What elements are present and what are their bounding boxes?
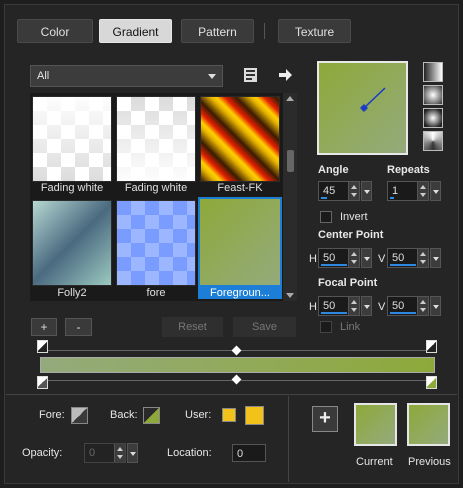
previous-swatch[interactable]: [407, 403, 450, 446]
gallery-label: Folly2: [57, 287, 87, 299]
scroll-down-icon[interactable]: [286, 293, 294, 298]
add-gradient-button[interactable]: +: [31, 318, 57, 336]
focal-v-dropdown[interactable]: [430, 296, 441, 316]
rectangular-style-icon[interactable]: [423, 85, 443, 105]
link-checkbox[interactable]: [320, 321, 332, 333]
gallery-label: fore: [146, 287, 166, 299]
color-stop-right[interactable]: [426, 376, 437, 389]
gradient-preview[interactable]: [317, 61, 408, 155]
gallery-thumb-folly2[interactable]: [32, 200, 112, 286]
repeats-input[interactable]: 1: [387, 181, 429, 201]
gallery-label: Feast-FK: [217, 182, 263, 194]
focal-v-label: V: [378, 301, 386, 313]
remove-gradient-button[interactable]: -: [65, 318, 92, 336]
sunburst-style-icon[interactable]: [423, 108, 443, 128]
gallery-label: Fading white: [124, 182, 188, 194]
user-swatch-large[interactable]: [245, 406, 264, 425]
focal-h-dropdown[interactable]: [361, 296, 372, 316]
category-dropdown[interactable]: All: [30, 65, 223, 87]
transparency-stop-right[interactable]: [426, 340, 437, 353]
divider: [288, 396, 289, 482]
gallery-label: Fading white: [40, 182, 104, 194]
divider: [6, 394, 457, 395]
user-swatch-small[interactable]: [222, 408, 236, 422]
back-label: Back:: [110, 409, 138, 421]
transparency-stop-left[interactable]: [37, 340, 48, 353]
angle-handle-icon[interactable]: [319, 63, 406, 153]
color-stop-left[interactable]: [37, 376, 48, 389]
scroll-up-icon[interactable]: [286, 96, 294, 101]
chevron-down-icon: [208, 74, 216, 79]
angle-spin-arrows[interactable]: [348, 182, 359, 200]
focal-v-input[interactable]: 50: [387, 296, 429, 316]
focal-point-label: Focal Point: [318, 277, 378, 289]
angle-label: Angle: [318, 164, 349, 176]
center-h-dropdown[interactable]: [361, 248, 372, 268]
add-to-swatches-button[interactable]: +: [312, 406, 338, 432]
fore-swatch[interactable]: [71, 407, 88, 424]
angle-input[interactable]: 45: [318, 181, 360, 201]
location-label: Location:: [167, 447, 212, 459]
opacity-input[interactable]: 0: [84, 443, 126, 463]
tab-texture[interactable]: Texture: [278, 19, 351, 43]
gallery-thumb-foreground-selected[interactable]: [198, 197, 282, 287]
focal-h-label: H: [309, 301, 317, 313]
gallery-label-selected: Foregroun...: [198, 287, 282, 299]
opacity-label: Opacity:: [22, 447, 63, 459]
angle-dropdown[interactable]: [361, 181, 372, 201]
gallery-scrollbar[interactable]: [283, 93, 297, 301]
tab-color[interactable]: Color: [17, 19, 93, 43]
back-swatch[interactable]: [143, 407, 160, 424]
repeats-dropdown[interactable]: [430, 181, 441, 201]
current-swatch[interactable]: [354, 403, 397, 446]
repeats-spin-arrows[interactable]: [417, 182, 428, 200]
previous-label: Previous: [408, 456, 451, 468]
gradient-bar[interactable]: [40, 357, 435, 373]
center-v-label: V: [378, 253, 386, 265]
gallery-thumb-fading-white-2[interactable]: [116, 96, 196, 182]
gallery-thumb-fading-white-1[interactable]: [32, 96, 112, 182]
tab-divider: [264, 23, 265, 39]
invert-label: Invert: [340, 211, 368, 223]
opacity-dropdown[interactable]: [127, 443, 138, 463]
tab-pattern[interactable]: Pattern: [181, 19, 254, 43]
fore-label: Fore:: [39, 409, 65, 421]
user-label: User:: [185, 409, 212, 421]
center-h-input[interactable]: 50: [318, 248, 360, 268]
tab-gradient[interactable]: Gradient: [99, 19, 172, 43]
center-point-label: Center Point: [318, 229, 384, 241]
location-input[interactable]: 0: [232, 444, 266, 462]
center-h-label: H: [309, 253, 317, 265]
category-value: All: [37, 70, 50, 82]
save-button[interactable]: Save: [233, 317, 296, 337]
repeats-label: Repeats: [387, 164, 430, 176]
link-label: Link: [340, 321, 361, 333]
invert-checkbox[interactable]: [320, 211, 332, 223]
current-label: Current: [356, 456, 393, 468]
radial-style-icon[interactable]: [423, 131, 443, 151]
arrow-right-icon[interactable]: [276, 66, 294, 84]
reset-button[interactable]: Reset: [162, 317, 223, 337]
gallery-thumb-feast-fk[interactable]: [200, 96, 280, 182]
linear-style-icon[interactable]: [423, 62, 443, 82]
scrollbar-thumb[interactable]: [287, 150, 294, 172]
focal-h-input[interactable]: 50: [318, 296, 360, 316]
center-v-dropdown[interactable]: [430, 248, 441, 268]
center-v-input[interactable]: 50: [387, 248, 429, 268]
library-icon[interactable]: [242, 66, 260, 84]
gallery-thumb-fore[interactable]: [116, 200, 196, 286]
